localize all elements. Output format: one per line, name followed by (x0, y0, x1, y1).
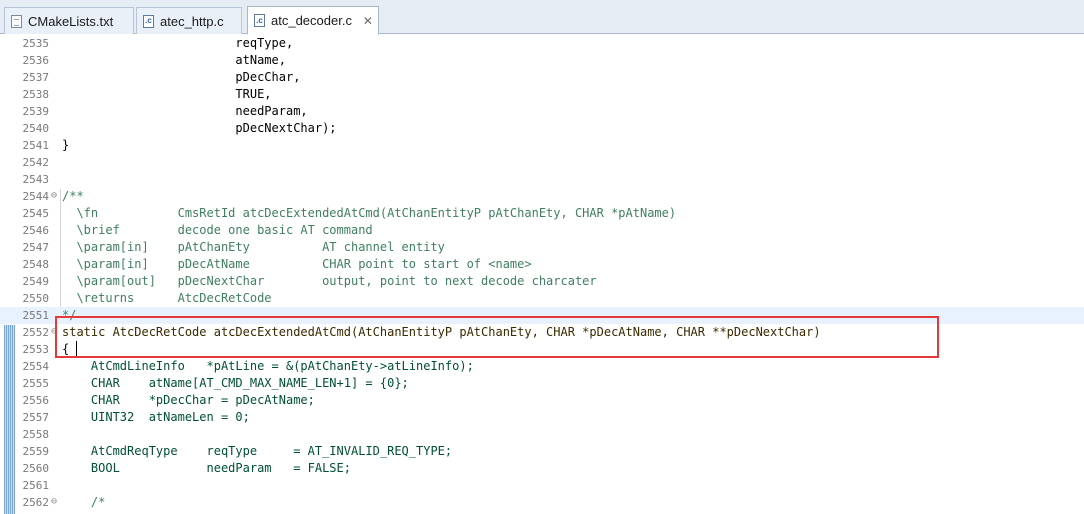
tab-label: CMakeLists.txt (28, 13, 114, 29)
fold-collapse-icon[interactable]: ⊖ (51, 496, 61, 507)
tab-atc-decoder[interactable]: .c atc_decoder.c ✕ (247, 6, 379, 35)
line-number: 2545 (22, 207, 50, 220)
code-line: 2544 ⊖ /** (0, 188, 1084, 205)
code-line: 2552 ⊖ static AtcDecRetCode atcDecExtend… (0, 324, 1084, 341)
code-line: 2536 atName, (0, 52, 1084, 69)
line-number: 2541 (22, 139, 50, 152)
line-number: 2553 (22, 343, 50, 356)
code-text: needParam, (62, 104, 308, 118)
line-number: 2561 (22, 479, 50, 492)
line-number: 2552 (22, 326, 50, 339)
code-text: */ (62, 308, 77, 322)
text-file-icon (11, 14, 22, 28)
tab-label: atec_http.c (160, 13, 224, 29)
code-text: AtCmdLineInfo *pAtLine = &(pAtChanEty->a… (62, 359, 474, 373)
code-line: 2538 TRUE, (0, 86, 1084, 103)
line-number: 2542 (22, 156, 50, 169)
line-number: 2558 (22, 428, 50, 441)
code-text: /** (62, 189, 84, 203)
code-line: 2556 CHAR *pDecChar = pDecAtName; (0, 392, 1084, 409)
c-file-icon: .c (254, 14, 265, 27)
fold-collapse-icon[interactable]: ⊖ (51, 326, 61, 337)
code-line: 2537 pDecChar, (0, 69, 1084, 86)
code-line: 2562 ⊖ /* (0, 494, 1084, 511)
code-line: 2535 reqType, (0, 35, 1084, 52)
line-number: 2557 (22, 411, 50, 424)
line-number: 2555 (22, 377, 50, 390)
code-line: 2560 BOOL needParam = FALSE; (0, 460, 1084, 477)
code-text: } (62, 138, 70, 152)
line-number: 2554 (22, 360, 50, 373)
code-editor[interactable]: 2535 reqType, 2536 atName, 2537 pDecChar… (0, 35, 1084, 514)
code-line: 2554 AtCmdLineInfo *pAtLine = &(pAtChanE… (0, 358, 1084, 375)
line-number: 2560 (22, 462, 50, 475)
editor-tab-bar: CMakeLists.txt .c atec_http.c .c atc_dec… (0, 0, 1084, 35)
code-line: 2542 (0, 154, 1084, 171)
close-icon[interactable]: ✕ (362, 14, 374, 28)
code-text: /* (62, 495, 106, 509)
text-cursor (76, 341, 77, 356)
line-number: 2556 (22, 394, 50, 407)
code-text: pDecNextChar); (62, 121, 337, 135)
code-text: pDecChar, (62, 70, 301, 84)
line-number: 2540 (22, 122, 50, 135)
code-line: 2550 \returns AtcDecRetCode (0, 290, 1084, 307)
code-line: 2541 } (0, 137, 1084, 154)
code-text: \param[out] pDecNextChar output, point t… (62, 274, 597, 288)
line-number: 2549 (22, 275, 50, 288)
line-number: 2536 (22, 54, 50, 67)
code-line: 2555 CHAR atName[AT_CMD_MAX_NAME_LEN+1] … (0, 375, 1084, 392)
code-line: 2553 { (0, 341, 1084, 358)
code-line: 2539 needParam, (0, 103, 1084, 120)
tab-atec-http[interactable]: .c atec_http.c (136, 7, 242, 34)
code-line: 2549 \param[out] pDecNextChar output, po… (0, 273, 1084, 290)
code-line: 2547 \param[in] pAtChanEty AT channel en… (0, 239, 1084, 256)
code-line: 2543 (0, 171, 1084, 188)
line-number: 2535 (22, 37, 50, 50)
code-text: AtCmdReqType reqType = AT_INVALID_REQ_TY… (62, 444, 453, 458)
code-line: 2561 (0, 477, 1084, 494)
code-text: CHAR atName[AT_CMD_MAX_NAME_LEN+1] = {0}… (62, 376, 409, 390)
tab-label: atc_decoder.c (271, 13, 352, 28)
line-number: 2559 (22, 445, 50, 458)
line-number: 2539 (22, 105, 50, 118)
code-text: atName, (62, 53, 286, 67)
code-text: \returns AtcDecRetCode (62, 291, 272, 305)
line-number: 2546 (22, 224, 50, 237)
line-number: 2544 (22, 190, 50, 203)
code-text: TRUE, (62, 87, 272, 101)
line-number: 2537 (22, 71, 50, 84)
function-signature: static AtcDecRetCode atcDecExtendedAtCmd… (62, 325, 821, 339)
line-number: 2543 (22, 173, 50, 186)
line-number: 2547 (22, 241, 50, 254)
code-text: \param[in] pAtChanEty AT channel entity (62, 240, 445, 254)
line-number: 2551 (22, 309, 50, 322)
c-file-icon: .c (143, 14, 154, 28)
code-text: \param[in] pDecAtName CHAR point to star… (62, 257, 532, 271)
code-text: \fn CmsRetId atcDecExtendedAtCmd(AtChanE… (62, 206, 677, 220)
tab-cmakelists[interactable]: CMakeLists.txt (4, 7, 134, 34)
current-line: 2551 */ (0, 307, 1084, 324)
code-line: 2540 pDecNextChar); (0, 120, 1084, 137)
code-text: reqType, (62, 36, 294, 50)
code-text: UINT32 atNameLen = 0; (62, 410, 250, 424)
code-text: BOOL needParam = FALSE; (62, 461, 351, 475)
code-line: 2545 \fn CmsRetId atcDecExtendedAtCmd(At… (0, 205, 1084, 222)
line-number: 2562 (22, 496, 50, 509)
line-number: 2550 (22, 292, 50, 305)
code-line: 2558 (0, 426, 1084, 443)
code-text: CHAR *pDecChar = pDecAtName; (62, 393, 315, 407)
line-number: 2538 (22, 88, 50, 101)
code-line: 2548 \param[in] pDecAtName CHAR point to… (0, 256, 1084, 273)
code-text: \brief decode one basic AT command (62, 223, 373, 237)
line-number: 2548 (22, 258, 50, 271)
code-text: { (62, 342, 70, 356)
code-line: 2546 \brief decode one basic AT command (0, 222, 1084, 239)
code-line: 2557 UINT32 atNameLen = 0; (0, 409, 1084, 426)
fold-collapse-icon[interactable]: ⊖ (51, 190, 61, 201)
code-line: 2559 AtCmdReqType reqType = AT_INVALID_R… (0, 443, 1084, 460)
